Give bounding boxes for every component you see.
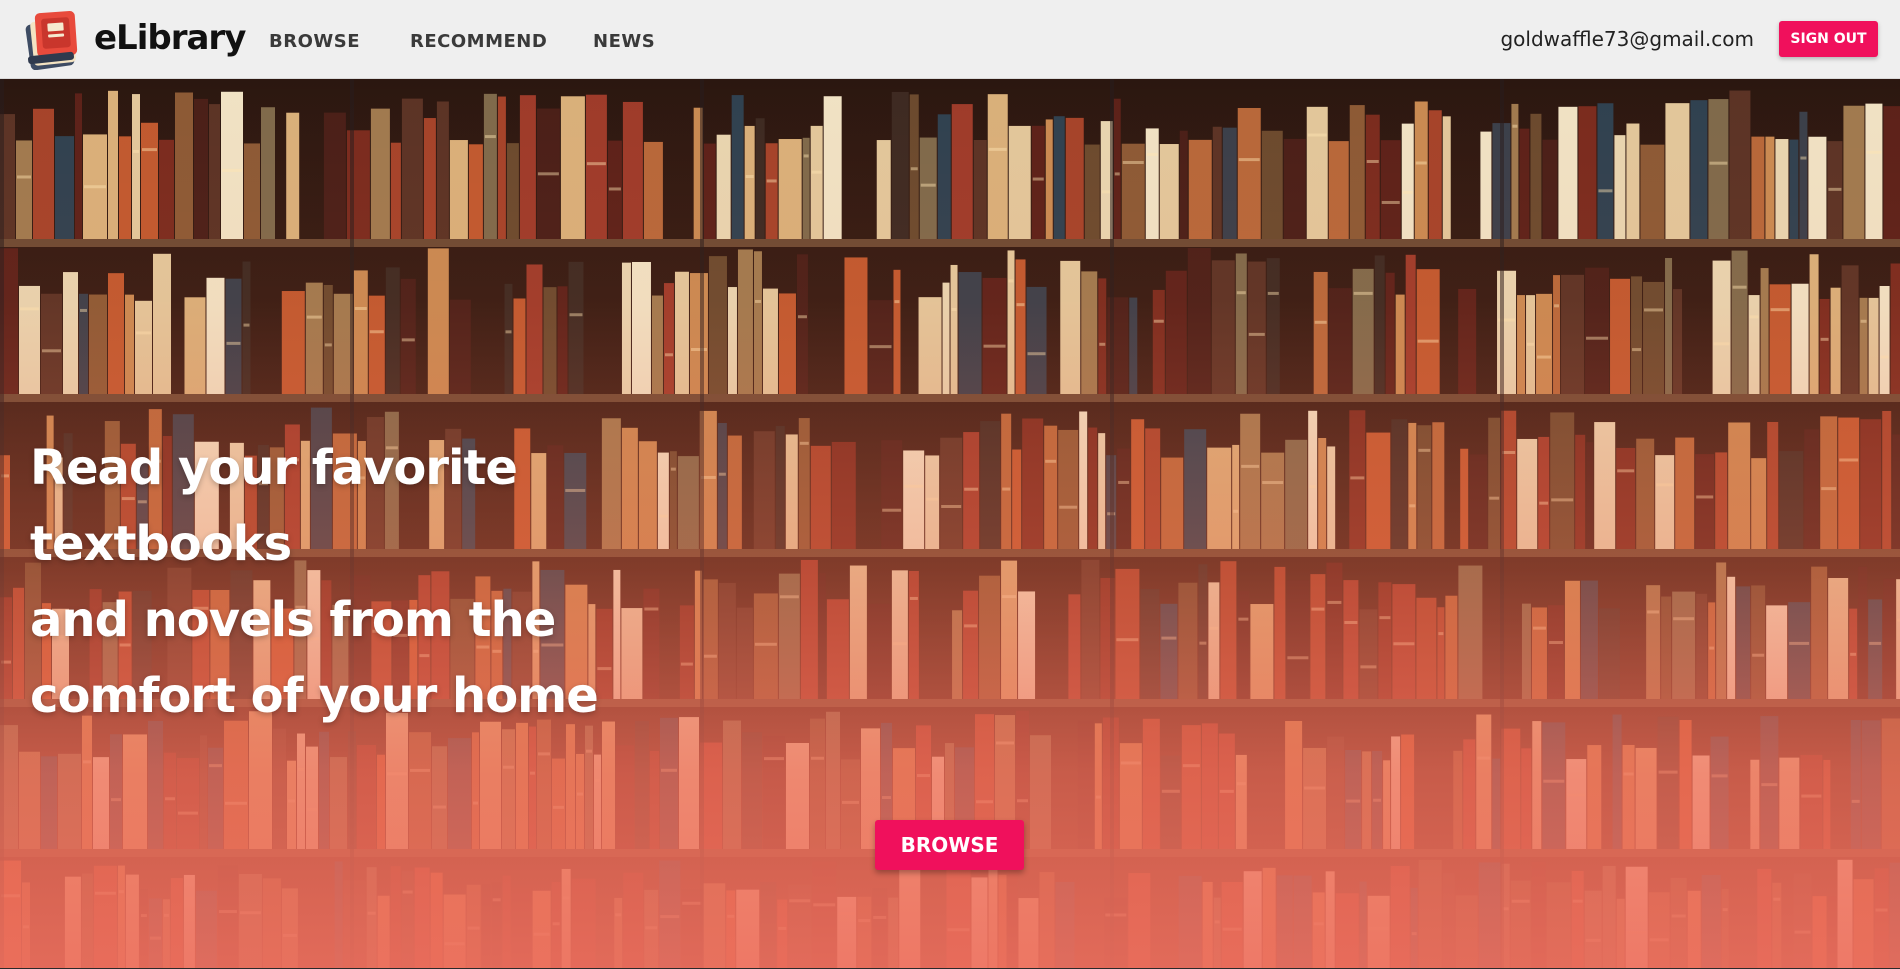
hero-headline: Read your favorite textbooks and novels … [30,430,750,734]
user-email: goldwaffle73@gmail.com [1500,27,1754,51]
top-navbar: eLibrary BROWSE RECOMMEND NEWS goldwaffl… [0,0,1900,79]
nav-news-link[interactable]: NEWS [593,30,655,54]
hero-section: Read your favorite textbooks and novels … [0,79,1900,969]
hero-browse-button[interactable]: BROWSE [875,820,1024,870]
headline-line: Read your favorite [30,440,518,496]
headline-line: and novels from the [30,592,556,648]
book-stack-icon[interactable] [22,8,84,70]
nav-browse-link[interactable]: BROWSE [269,30,360,54]
brand-name[interactable]: eLibrary [94,16,246,60]
headline-line: textbooks [30,516,292,572]
page: eLibrary BROWSE RECOMMEND NEWS goldwaffl… [0,0,1900,969]
nav-recommend-link[interactable]: RECOMMEND [410,30,547,54]
headline-line: comfort of your home [30,668,599,724]
sign-out-button[interactable]: SIGN OUT [1779,21,1878,57]
